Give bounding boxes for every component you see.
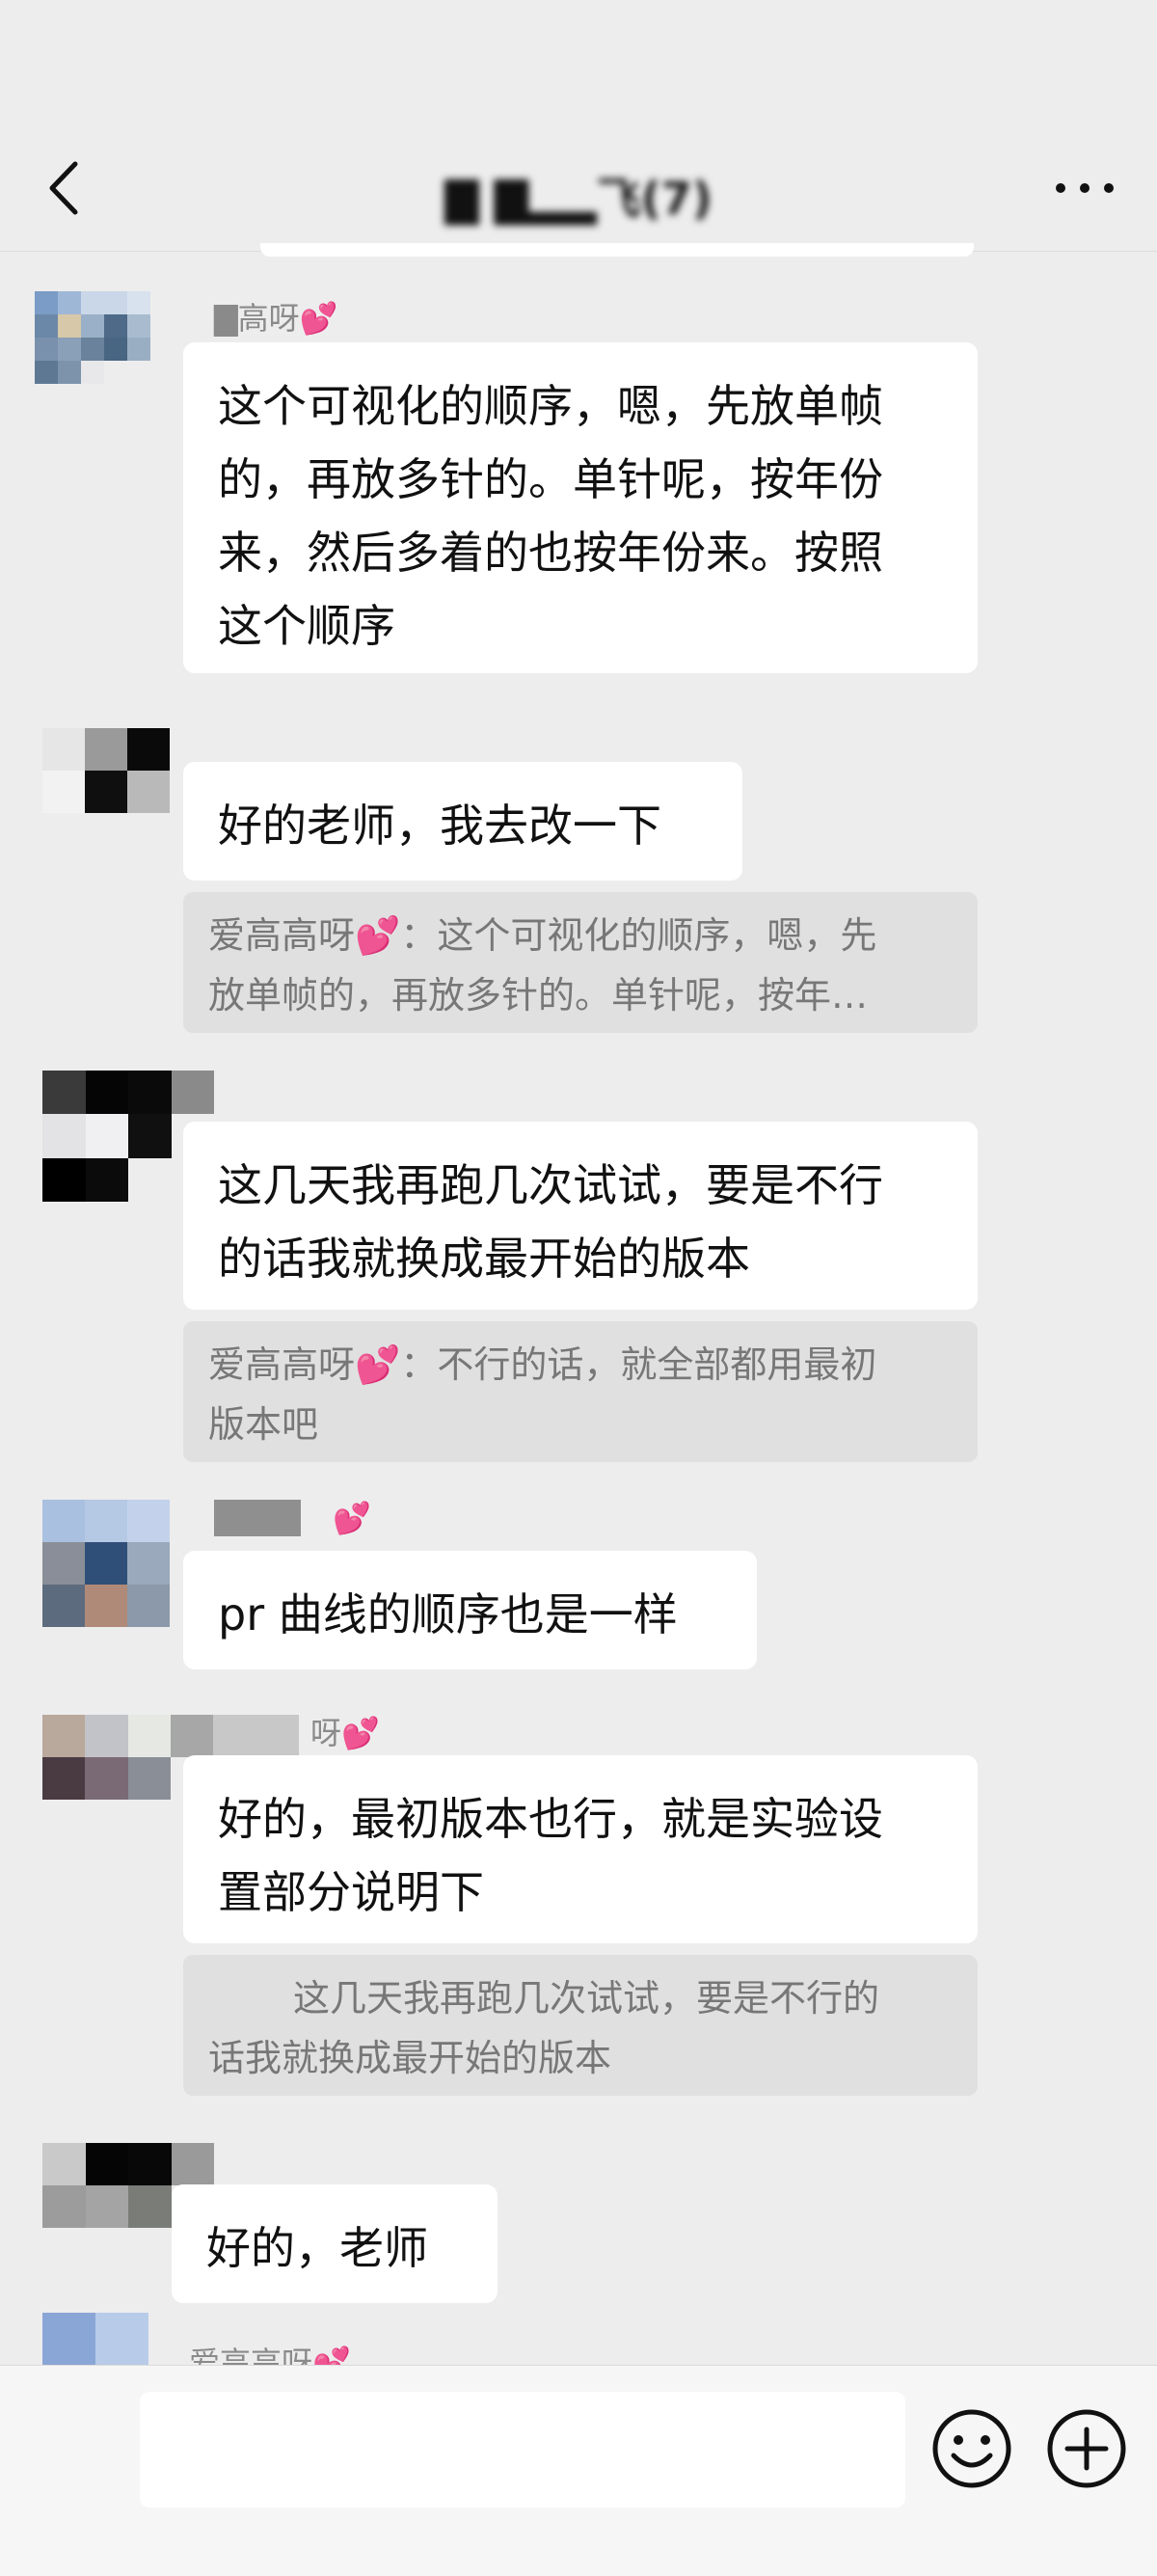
quote-sender: 爱高高呀💕： (208, 1343, 438, 1386)
avatar[interactable] (42, 728, 170, 813)
more-button[interactable] (1051, 164, 1118, 212)
back-button[interactable] (39, 154, 96, 222)
quote-line: 话我就换成最开始的版本 (208, 2037, 612, 2079)
message-bubble[interactable]: 好的，老师 (172, 2184, 498, 2303)
redacted-name-block (214, 1500, 301, 1536)
plus-circle-icon (1047, 2409, 1126, 2488)
input-bar (0, 2365, 1157, 2576)
message-line: 这个可视化的顺序，嗯，先放单帧 (218, 380, 883, 432)
quote-line: 爱高高呀💕：这个可视化的顺序，嗯，先 (208, 906, 953, 965)
quoted-message[interactable]: 这几天我再跑几次试试，要是不行的 话我就换成最开始的版本 (183, 1955, 978, 2096)
avatar[interactable] (42, 1500, 170, 1627)
chat-title: ▇ ▇▂▂飞(7) (444, 173, 713, 225)
message-line: 的，再放多针的。单针呢，按年份 (218, 453, 883, 505)
message-bubble[interactable]: pr 曲线的顺序也是一样 (183, 1551, 757, 1669)
message-bubble[interactable]: 这几天我再跑几次试试，要是不行 的话我就换成最开始的版本 (183, 1122, 978, 1310)
emoji-button[interactable] (928, 2405, 1015, 2492)
sender-name: 💕 (333, 1500, 371, 1536)
nav-bar: ▇ ▇▂▂飞(7) (0, 125, 1157, 252)
quote-sender: 爱高高呀💕： (208, 914, 438, 957)
sender-name: 呀💕 (310, 1715, 380, 1751)
message-line: 置部分说明下 (218, 1866, 484, 1918)
message-line: pr 曲线的顺序也是一样 (218, 1588, 678, 1641)
quote-line: 版本吧 (208, 1403, 319, 1446)
message-line: 好的，最初版本也行，就是实验设 (218, 1793, 883, 1845)
quote-line: 这几天我再跑几次试试，要是不行的 (208, 1968, 953, 2028)
quoted-message[interactable]: 爱高高呀💕：不行的话，就全部都用最初 版本吧 (183, 1321, 978, 1462)
avatar[interactable] (42, 2313, 148, 2365)
message-input[interactable] (140, 2392, 905, 2508)
quote-line: 放单帧的，再放多针的。单针呢，按年… (208, 974, 869, 1017)
quoted-message[interactable]: 爱高高呀💕：这个可视化的顺序，嗯，先 放单帧的，再放多针的。单针呢，按年… (183, 892, 978, 1033)
avatar[interactable] (35, 291, 150, 407)
message-bubble[interactable]: 好的老师，我去改一下 (183, 762, 742, 881)
smiley-icon (932, 2409, 1011, 2488)
message-bubble[interactable]: 好的，最初版本也行，就是实验设 置部分说明下 (183, 1755, 978, 1943)
plus-button[interactable] (1043, 2405, 1130, 2492)
message-line: 这个顺序 (218, 600, 395, 652)
message-line: 的话我就换成最开始的版本 (218, 1233, 750, 1285)
quote-text: 这个可视化的顺序，嗯，先 (437, 914, 877, 957)
message-line: 这几天我再跑几次试试，要是不行 (218, 1159, 883, 1211)
chevron-left-icon (49, 161, 78, 215)
message-line: 来，然后多着的也按年份来。按照 (218, 527, 883, 579)
message-line: 好的老师，我去改一下 (218, 800, 661, 852)
quote-text: 不行的话，就全部都用最初 (437, 1343, 877, 1386)
previous-message-fragment (260, 243, 974, 257)
ellipsis-icon (1056, 183, 1114, 193)
message-line: 好的，老师 (206, 2222, 428, 2274)
sender-name: ▇高呀💕 (214, 300, 338, 337)
quote-line: 爱高高呀💕：不行的话，就全部都用最初 (208, 1335, 953, 1395)
quote-text: 这几天我再跑几次试试，要是不行的 (293, 1977, 880, 2020)
message-bubble[interactable]: 这个可视化的顺序，嗯，先放单帧 的，再放多针的。单针呢，按年份 来，然后多着的也… (183, 342, 978, 673)
status-bar (0, 0, 1157, 125)
